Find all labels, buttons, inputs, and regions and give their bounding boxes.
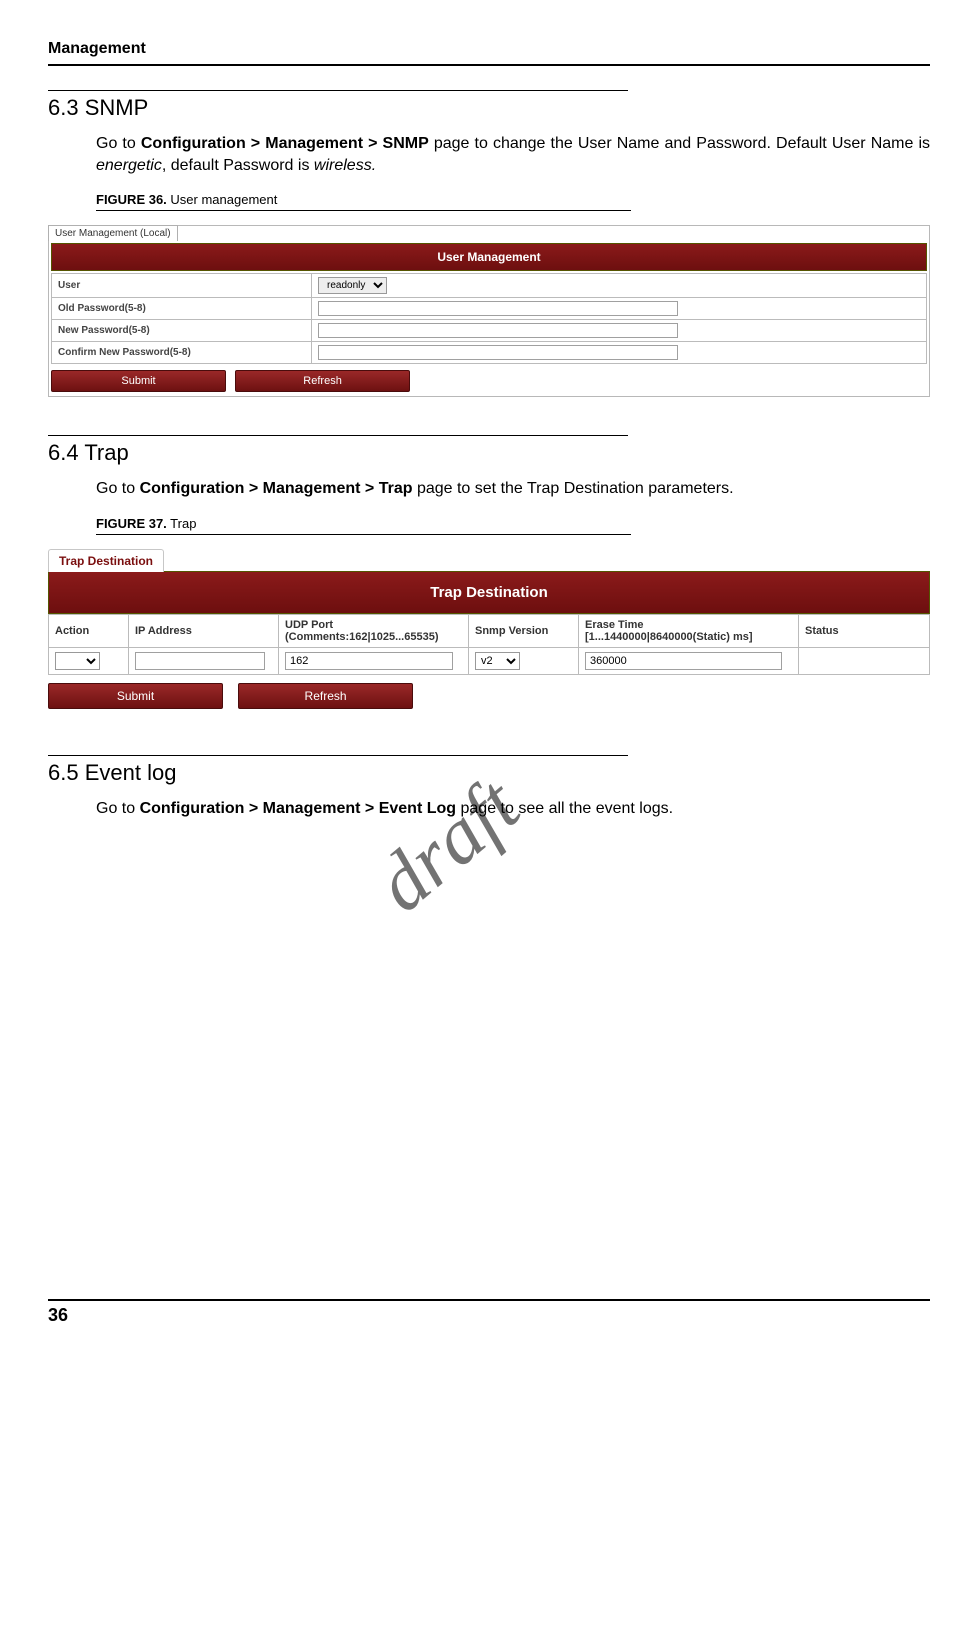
page-number: 36: [48, 1305, 930, 1326]
figure-number: FIGURE 36.: [96, 192, 167, 207]
user-management-panel: User Management (Local) User Management …: [48, 225, 930, 397]
header-rule: [48, 64, 930, 66]
new-password-cell: [312, 320, 927, 342]
default-password: wireless.: [314, 157, 376, 174]
caption-rule: [96, 534, 631, 535]
col-action: Action: [49, 614, 129, 647]
text: page to set the Trap Destination paramet…: [413, 480, 734, 497]
col-ip: IP Address: [129, 614, 279, 647]
um-tab[interactable]: User Management (Local): [48, 225, 178, 241]
trap-button-row: Submit Refresh: [48, 675, 930, 717]
udp-input[interactable]: [285, 652, 453, 670]
user-cell: readonly: [312, 274, 927, 298]
col-erase: Erase Time [1...1440000|8640000(Static) …: [579, 614, 799, 647]
text: page to change the User Name and Passwor…: [429, 135, 930, 152]
breadcrumb-path: Configuration > Management > SNMP: [141, 135, 429, 152]
section-snmp-heading: 6.3 SNMP: [48, 95, 930, 121]
section-rule: [48, 755, 628, 756]
breadcrumb-path: Configuration > Management > Event Log: [140, 800, 456, 817]
erase-cell: [579, 647, 799, 674]
table-row: User readonly: [52, 274, 927, 298]
old-password-label: Old Password(5-8): [52, 298, 312, 320]
figure-title: User management: [167, 192, 278, 207]
snmp-select[interactable]: v2: [475, 652, 520, 670]
um-table: User readonly Old Password(5-8) New Pass…: [51, 273, 927, 364]
confirm-password-label: Confirm New Password(5-8): [52, 342, 312, 364]
status-cell: [799, 647, 930, 674]
section-rule: [48, 435, 628, 436]
confirm-password-cell: [312, 342, 927, 364]
trap-body: Go to Configuration > Management > Trap …: [96, 478, 930, 500]
section-title: Event log: [85, 760, 177, 785]
text: , default Password is: [162, 157, 314, 174]
snmp-body: Go to Configuration > Management > SNMP …: [96, 133, 930, 176]
old-password-cell: [312, 298, 927, 320]
action-cell: [49, 647, 129, 674]
snmp-cell: v2: [469, 647, 579, 674]
draft-watermark: draft: [359, 761, 537, 931]
section-rule: [48, 90, 628, 91]
text: Go to: [96, 135, 141, 152]
section-number: 6.4: [48, 440, 79, 465]
page-header: Management: [48, 40, 930, 58]
table-row: Confirm New Password(5-8): [52, 342, 927, 364]
breadcrumb-path: Configuration > Management > Trap: [140, 480, 413, 497]
ip-input[interactable]: [135, 652, 265, 670]
submit-button[interactable]: Submit: [48, 683, 223, 709]
old-password-input[interactable]: [318, 301, 678, 316]
user-label: User: [52, 274, 312, 298]
section-trap-heading: 6.4 Trap: [48, 440, 930, 466]
col-status: Status: [799, 614, 930, 647]
um-button-row: Submit Refresh: [49, 366, 929, 396]
section-number: 6.5: [48, 760, 79, 785]
ip-cell: [129, 647, 279, 674]
default-username: energetic: [96, 157, 162, 174]
text: page to see all the event logs.: [456, 800, 673, 817]
user-select[interactable]: readonly: [318, 277, 387, 294]
new-password-input[interactable]: [318, 323, 678, 338]
table-row: v2: [49, 647, 930, 674]
trap-panel: Trap Destination Trap Destination Action…: [48, 549, 930, 717]
refresh-button[interactable]: Refresh: [238, 683, 413, 709]
text: Go to: [96, 480, 140, 497]
col-udp: UDP Port (Comments:162|1025...65535): [279, 614, 469, 647]
confirm-password-input[interactable]: [318, 345, 678, 360]
refresh-button[interactable]: Refresh: [235, 370, 410, 392]
erase-input[interactable]: [585, 652, 782, 670]
col-snmp: Snmp Version: [469, 614, 579, 647]
table-row: Old Password(5-8): [52, 298, 927, 320]
trap-table: Action IP Address UDP Port (Comments:162…: [48, 614, 930, 675]
table-row: New Password(5-8): [52, 320, 927, 342]
figure-37-caption: FIGURE 37. Trap: [96, 516, 930, 531]
trap-banner: Trap Destination: [48, 571, 930, 614]
eventlog-body: Go to Configuration > Management > Event…: [96, 798, 930, 820]
text: Go to: [96, 800, 140, 817]
table-header-row: Action IP Address UDP Port (Comments:162…: [49, 614, 930, 647]
new-password-label: New Password(5-8): [52, 320, 312, 342]
udp-cell: [279, 647, 469, 674]
um-banner: User Management: [51, 243, 927, 271]
caption-rule: [96, 210, 631, 211]
submit-button[interactable]: Submit: [51, 370, 226, 392]
figure-title: Trap: [167, 516, 197, 531]
section-number: 6.3: [48, 95, 79, 120]
section-title: Trap: [84, 440, 128, 465]
section-eventlog-heading: 6.5 Event log: [48, 760, 930, 786]
figure-36-caption: FIGURE 36. User management: [96, 192, 930, 207]
action-select[interactable]: [55, 652, 100, 670]
footer-rule: [48, 1299, 930, 1301]
trap-tab[interactable]: Trap Destination: [48, 549, 164, 572]
figure-number: FIGURE 37.: [96, 516, 167, 531]
section-title: SNMP: [85, 95, 149, 120]
